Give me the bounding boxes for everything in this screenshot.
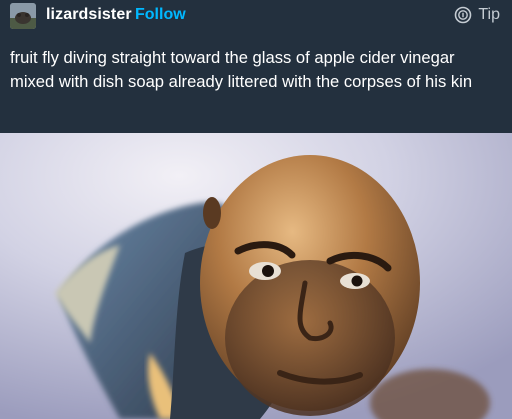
avatar[interactable] [10, 3, 36, 29]
username[interactable]: lizardsister [46, 6, 132, 24]
post-card: lizardsister Follow Tip fruit fly diving… [0, 0, 512, 419]
post-header: lizardsister Follow Tip [0, 0, 512, 32]
post-caption: fruit fly diving straight toward the gla… [10, 48, 473, 91]
follow-button[interactable]: Follow [135, 6, 186, 24]
tip-button[interactable]: Tip [454, 4, 500, 26]
tip-label: Tip [478, 6, 500, 23]
avatar-image [10, 3, 36, 29]
post-image[interactable] [0, 133, 512, 419]
tip-coin-icon [455, 6, 472, 24]
